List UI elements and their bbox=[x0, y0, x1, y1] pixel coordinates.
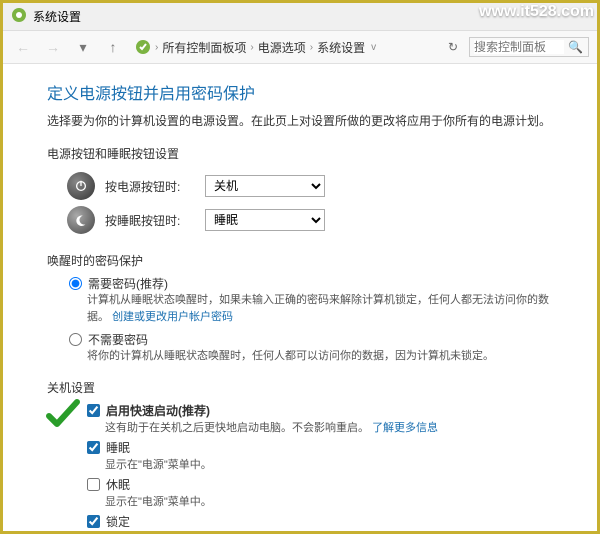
window-title: 系统设置 bbox=[33, 8, 81, 25]
section-button-settings: 电源按钮和睡眠按钮设置 bbox=[47, 145, 565, 162]
control-panel-icon bbox=[135, 39, 151, 55]
highlight-check-icon bbox=[45, 398, 81, 441]
lock-desc: 显示在用户头像菜单中。 bbox=[105, 530, 565, 532]
no-password-desc: 将你的计算机从睡眠状态唤醒时，任何人都可以访问你的数据，因为计算机未锁定。 bbox=[87, 348, 565, 365]
sleep-desc: 显示在"电源"菜单中。 bbox=[105, 456, 565, 472]
crumb-power[interactable]: 电源选项 bbox=[258, 39, 306, 56]
system-icon bbox=[11, 7, 27, 26]
no-password-label: 不需要密码 bbox=[88, 331, 148, 348]
search-icon: 🔍 bbox=[568, 40, 583, 54]
sleep-icon bbox=[67, 206, 95, 234]
power-button-select[interactable]: 关机 bbox=[205, 175, 325, 197]
sleep-button-select[interactable]: 睡眠 bbox=[205, 209, 325, 231]
create-change-password-link[interactable]: 创建或更改用户帐户密码 bbox=[112, 311, 233, 323]
breadcrumb[interactable]: › 所有控制面板项 › 电源选项 › 系统设置 v bbox=[131, 37, 437, 58]
hibernate-desc: 显示在"电源"菜单中。 bbox=[105, 493, 565, 509]
power-icon bbox=[67, 172, 95, 200]
crumb-all[interactable]: 所有控制面板项 bbox=[162, 39, 246, 56]
fast-startup-label: 启用快速启动(推荐) bbox=[106, 402, 210, 419]
sleep-label: 睡眠 bbox=[106, 439, 130, 456]
refresh-icon[interactable]: ↻ bbox=[443, 40, 463, 54]
section-shutdown: 关机设置 bbox=[47, 379, 565, 396]
power-button-label: 按电源按钮时: bbox=[105, 178, 195, 195]
lock-label: 锁定 bbox=[106, 513, 130, 530]
nav-down-icon[interactable]: ▾ bbox=[71, 35, 95, 59]
chevron-right-icon: › bbox=[155, 42, 158, 53]
search-input-wrap[interactable]: 🔍 bbox=[469, 37, 589, 57]
checkbox-hibernate[interactable] bbox=[87, 478, 100, 491]
page-description: 选择要为你的计算机设置的电源设置。在此页上对设置所做的更改将应用于你所有的电源计… bbox=[47, 112, 565, 129]
fast-startup-desc: 这有助于在关机之后更快地启动电脑。不会影响重启。 bbox=[105, 422, 369, 434]
sleep-button-label: 按睡眠按钮时: bbox=[105, 212, 195, 229]
chevron-right-icon: › bbox=[310, 42, 313, 53]
search-input[interactable] bbox=[474, 40, 564, 54]
nav-up-icon[interactable]: ↑ bbox=[101, 35, 125, 59]
hibernate-label: 休眠 bbox=[106, 476, 130, 493]
require-password-label: 需要密码(推荐) bbox=[88, 275, 168, 292]
learn-more-link[interactable]: 了解更多信息 bbox=[372, 422, 438, 434]
section-wake-protect: 唤醒时的密码保护 bbox=[47, 252, 565, 269]
radio-no-password[interactable] bbox=[69, 333, 82, 346]
checkbox-sleep[interactable] bbox=[87, 441, 100, 454]
breadcrumb-dropdown-icon[interactable]: v bbox=[369, 42, 378, 53]
radio-require-password[interactable] bbox=[69, 277, 82, 290]
checkbox-fast-startup[interactable] bbox=[87, 404, 100, 417]
crumb-system[interactable]: 系统设置 bbox=[317, 39, 365, 56]
checkbox-lock[interactable] bbox=[87, 515, 100, 528]
page-title: 定义电源按钮并启用密码保护 bbox=[47, 80, 565, 104]
nav-forward-icon[interactable]: → bbox=[41, 35, 65, 59]
watermark: www.it528.com bbox=[479, 3, 594, 21]
nav-back-icon[interactable]: ← bbox=[11, 35, 35, 59]
chevron-right-icon: › bbox=[250, 42, 253, 53]
